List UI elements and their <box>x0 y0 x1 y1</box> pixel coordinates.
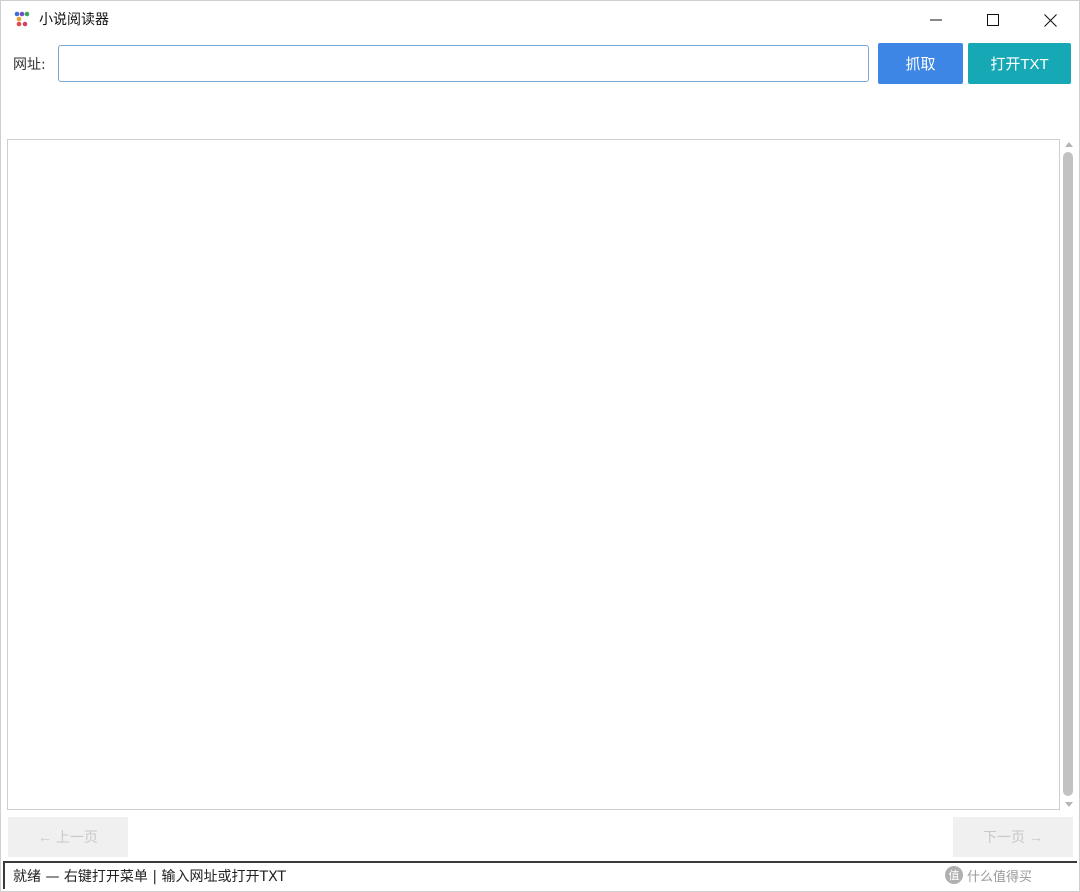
scroll-down-arrow-icon[interactable] <box>1065 802 1073 807</box>
scroll-thumb[interactable] <box>1063 152 1073 796</box>
watermark: 值 什么值得买 <box>945 862 1032 888</box>
open-txt-button[interactable]: 打开TXT <box>968 43 1071 84</box>
app-logo-icon <box>14 11 30 27</box>
watermark-logo-icon: 值 <box>945 866 963 884</box>
reading-area[interactable] <box>7 139 1060 810</box>
window-title: 小说阅读器 <box>39 12 109 28</box>
app-window: 小说阅读器 网址: 抓取 打开TXT ← 上一页 下一页 → 就绪 — 右键打开 <box>0 0 1080 892</box>
url-label: 网址: <box>13 57 46 73</box>
vertical-scrollbar[interactable] <box>1060 139 1077 810</box>
minimize-icon <box>930 19 942 21</box>
status-text: 就绪 — 右键打开菜单 | 输入网址或打开TXT <box>13 869 286 885</box>
next-page-button[interactable]: 下一页 → <box>953 817 1073 857</box>
title-bar[interactable]: 小说阅读器 <box>1 1 1079 39</box>
url-input[interactable] <box>58 45 869 82</box>
maximize-button[interactable] <box>965 1 1021 39</box>
status-bar: 就绪 — 右键打开菜单 | 输入网址或打开TXT <box>3 861 1077 889</box>
prev-page-button[interactable]: ← 上一页 <box>8 817 128 857</box>
maximize-icon <box>987 14 999 26</box>
fetch-button[interactable]: 抓取 <box>878 43 963 84</box>
watermark-text: 什么值得买 <box>967 869 1033 885</box>
minimize-button[interactable] <box>908 1 964 39</box>
close-icon <box>1043 13 1057 27</box>
close-button[interactable] <box>1022 1 1078 39</box>
scroll-up-arrow-icon[interactable] <box>1065 142 1073 147</box>
